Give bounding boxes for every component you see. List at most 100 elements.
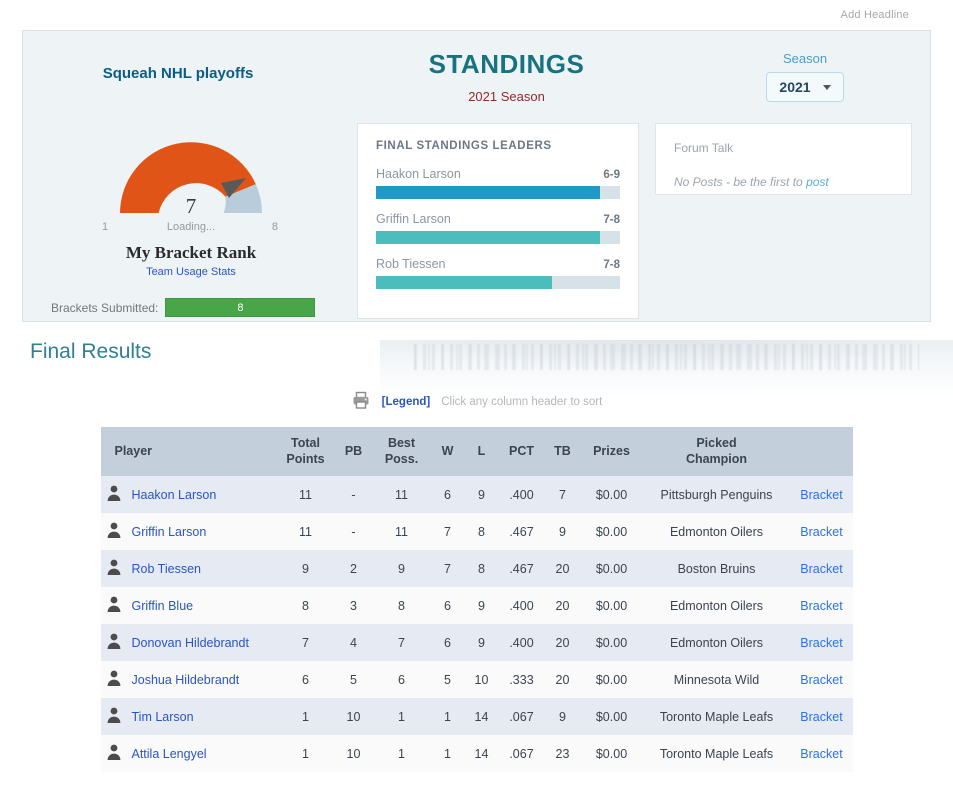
brackets-submitted-row: Brackets Submitted: 8 <box>41 298 341 317</box>
cell-bracket: Bracket <box>791 698 853 735</box>
printer-icon[interactable] <box>351 390 371 413</box>
leader-bar-track <box>376 231 620 244</box>
cell-picked-champion: Minnesota Wild <box>673 672 760 687</box>
player-name-link[interactable]: Griffin Larson <box>132 525 207 539</box>
cell-picked-champion: Boston Bruins <box>677 561 756 576</box>
cell-best-poss: 1 <box>398 709 405 724</box>
gauge-min-label: 1 <box>102 221 109 233</box>
cell-best-poss: 9 <box>398 561 405 576</box>
player-name-link[interactable]: Haakon Larson <box>132 488 217 502</box>
cell-player: Griffin Larson <box>101 513 277 550</box>
season-selector-block: Season 2021 <box>680 49 930 102</box>
player-name-link[interactable]: Joshua Hildebrandt <box>132 673 240 687</box>
add-headline-link[interactable]: Add Headline <box>841 9 909 21</box>
cell-player: Tim Larson <box>101 698 277 735</box>
bracket-rank-gauge: 7 <box>106 127 276 219</box>
gauge-center-label: Loading... <box>166 221 216 233</box>
cell-total-points: 7 <box>302 635 309 650</box>
avatar-icon <box>105 669 123 690</box>
player-name-link[interactable]: Rob Tiessen <box>132 562 201 576</box>
cell-player: Joshua Hildebrandt <box>101 661 277 698</box>
gauge-max-label: 8 <box>271 221 278 233</box>
standings-header-panel: Squeah NHL playoffs STANDINGS 2021 Seaso… <box>22 30 931 322</box>
bracket-link[interactable]: Bracket <box>800 488 842 502</box>
cell-total-points: 9 <box>302 561 309 576</box>
cell-pb: 5 <box>350 672 357 687</box>
table-row: Haakon Larson 11 - 11 6 9 .400 7 $0.00 Pittsburgh… <box>100 476 853 514</box>
cell-w: 1 <box>444 746 451 761</box>
column-header-tb[interactable]: TB <box>544 427 581 477</box>
cell-picked-champion: Edmonton Oilers <box>669 524 764 539</box>
table-row: Rob Tiessen 9 2 9 7 8 .467 20 $0.00 Boston Bruins… <box>100 550 853 588</box>
season-dropdown[interactable]: 2021 <box>766 72 844 102</box>
cell-pb: 3 <box>350 598 357 613</box>
column-header-best-poss[interactable]: Best Poss. <box>372 427 431 477</box>
cell-l: 10 <box>474 672 489 687</box>
cell-picked-champion: Toronto Maple Leafs <box>659 746 774 761</box>
cell-w: 1 <box>444 709 451 724</box>
cell-total-points: 8 <box>302 598 309 613</box>
cell-best-poss: 6 <box>398 672 405 687</box>
cell-prizes: $0.00 <box>595 487 628 502</box>
cell-pct: .400 <box>509 635 534 650</box>
bracket-link[interactable]: Bracket <box>800 747 842 761</box>
leader-head: Griffin Larson 7-8 <box>376 212 620 226</box>
leader-bar-fill <box>376 186 601 199</box>
bracket-link[interactable]: Bracket <box>800 562 842 576</box>
player-name-link[interactable]: Griffin Blue <box>132 599 194 613</box>
cell-total-points: 11 <box>299 487 312 502</box>
cell-tb: 9 <box>559 709 566 724</box>
sort-hint-text: Click any column header to sort <box>441 395 603 408</box>
cell-l: 8 <box>478 561 485 576</box>
cell-player: Donovan Hildebrandt <box>101 624 277 661</box>
leader-name: Rob Tiessen <box>376 257 446 271</box>
column-header-bracket <box>790 427 853 477</box>
forum-post-link[interactable]: post <box>806 175 829 189</box>
cell-player: Haakon Larson <box>101 476 277 513</box>
cell-best-poss: 7 <box>398 635 405 650</box>
player-name-link[interactable]: Attila Lengyel <box>132 747 207 761</box>
cell-w: 6 <box>444 598 451 613</box>
cell-tb: 20 <box>555 561 570 576</box>
bracket-link[interactable]: Bracket <box>800 673 842 687</box>
cell-tb: 9 <box>559 524 566 539</box>
cell-total-points: 11 <box>299 524 312 539</box>
column-header-player[interactable]: Player <box>100 427 277 477</box>
season-dropdown-value: 2021 <box>779 79 811 95</box>
team-usage-stats-link[interactable]: Team Usage Stats <box>146 266 236 278</box>
table-row: Tim Larson 1 10 1 1 14 .067 9 $0.00 Toronto Maple… <box>100 698 853 736</box>
table-header-row: Player Total Points PB Best Poss. W L PC… <box>100 427 853 477</box>
leader-item: Griffin Larson 7-8 <box>376 212 620 244</box>
column-header-l[interactable]: L <box>464 427 499 477</box>
cell-l: 9 <box>478 635 485 650</box>
cell-total-points: 1 <box>302 746 309 761</box>
leader-head: Rob Tiessen 7-8 <box>376 257 620 271</box>
player-name-link[interactable]: Tim Larson <box>132 710 194 724</box>
column-header-prizes[interactable]: Prizes <box>580 427 643 477</box>
cell-w: 7 <box>444 524 451 539</box>
leader-item: Rob Tiessen 7-8 <box>376 257 620 289</box>
cell-pct: .067 <box>509 709 534 724</box>
bracket-link[interactable]: Bracket <box>800 525 842 539</box>
leader-name: Griffin Larson <box>376 212 451 226</box>
forum-empty-text: No Posts - be the first to <box>674 175 807 189</box>
cell-player: Attila Lengyel <box>101 735 277 772</box>
column-header-pct[interactable]: PCT <box>498 427 545 477</box>
cell-pct: .333 <box>509 672 534 687</box>
column-header-total-points[interactable]: Total Points <box>276 427 335 477</box>
player-name-link[interactable]: Donovan Hildebrandt <box>132 636 249 650</box>
column-header-w[interactable]: W <box>430 427 465 477</box>
leaders-card: FINAL STANDINGS LEADERS Haakon Larson 6-… <box>357 123 639 319</box>
column-header-picked-champion[interactable]: Picked Champion <box>642 427 791 477</box>
bracket-link[interactable]: Bracket <box>800 710 842 724</box>
column-header-pb[interactable]: PB <box>334 427 373 477</box>
cell-l: 9 <box>478 598 485 613</box>
bracket-link[interactable]: Bracket <box>800 636 842 650</box>
legend-link[interactable]: [Legend] <box>382 396 431 408</box>
brackets-submitted-label: Brackets Submitted: <box>51 300 159 315</box>
table-row: Donovan Hildebrandt 7 4 7 6 9 .400 20 $0.00 Edmon… <box>100 624 853 662</box>
cell-pct: .467 <box>509 524 534 539</box>
bracket-link[interactable]: Bracket <box>800 599 842 613</box>
leader-item: Haakon Larson 6-9 <box>376 167 620 199</box>
page-title: STANDINGS <box>428 49 585 79</box>
